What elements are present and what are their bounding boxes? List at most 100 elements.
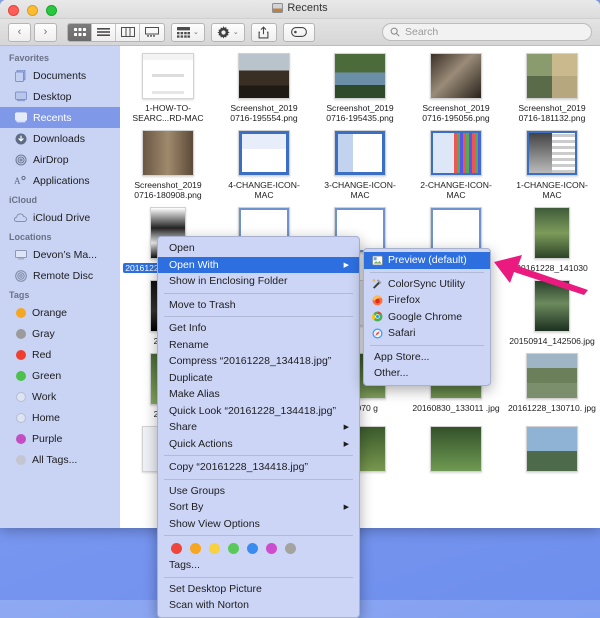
- menu-item-set-desktop-picture[interactable]: Set Desktop Picture: [158, 581, 359, 598]
- submenu-item-label: ColorSync Utility: [388, 277, 466, 290]
- menu-item-label: Compress “20161228_134418.jpg”: [169, 355, 332, 368]
- file-item[interactable]: 1-HOW-TO-SEARC...RD-MAC: [120, 50, 216, 127]
- file-item[interactable]: Screenshot_2019 0716-195554.png: [216, 50, 312, 127]
- action-gear-button[interactable]: ⌄: [210, 22, 245, 42]
- submenu-item-google-chrome[interactable]: Google Chrome: [364, 309, 490, 326]
- submenu-item-firefox[interactable]: Firefox: [364, 292, 490, 309]
- submenu-item-app-store[interactable]: App Store...: [364, 349, 490, 366]
- sidebar-item-downloads[interactable]: Downloads: [0, 128, 120, 149]
- menu-item-compress[interactable]: Compress “20161228_134418.jpg”: [158, 353, 359, 370]
- sidebar-item-tag-purple[interactable]: Purple: [0, 428, 120, 449]
- file-item[interactable]: 1-CHANGE-ICON-MAC: [504, 127, 600, 204]
- sidebar-item-icloud-drive[interactable]: iCloud Drive: [0, 207, 120, 228]
- file-item[interactable]: 3-CHANGE-ICON-MAC: [312, 127, 408, 204]
- sidebar-item-airdrop[interactable]: AirDrop: [0, 149, 120, 170]
- file-item[interactable]: 20161228_141030: [504, 204, 600, 277]
- sidebar-item-label: Gray: [32, 327, 55, 340]
- sidebar-item-all-tags[interactable]: All Tags...: [0, 449, 120, 470]
- column-view-button[interactable]: [116, 23, 140, 41]
- tag-color-purple[interactable]: [266, 543, 277, 554]
- file-item[interactable]: 20150914_142506.jpg: [504, 277, 600, 350]
- share-button[interactable]: [250, 22, 277, 42]
- menu-item-make-alias[interactable]: Make Alias: [158, 386, 359, 403]
- back-button[interactable]: ‹: [8, 22, 31, 42]
- tag-color-orange[interactable]: [190, 543, 201, 554]
- menu-item-use-groups[interactable]: Use Groups: [158, 483, 359, 500]
- submenu-item-label: Safari: [388, 327, 416, 340]
- tag-color-red[interactable]: [171, 543, 182, 554]
- tag-color-blue[interactable]: [247, 543, 258, 554]
- sidebar-item-remote-disc[interactable]: Remote Disc: [0, 265, 120, 286]
- tag-color-yellow[interactable]: [209, 543, 220, 554]
- file-item[interactable]: Screenshot_2019 0716-195056.png: [408, 50, 504, 127]
- file-item[interactable]: 20161228_130710. jpg: [504, 350, 600, 423]
- file-name: 4-CHANGE-ICON-MAC: [228, 180, 300, 200]
- menu-item-quick-actions[interactable]: Quick Actions ▶: [158, 436, 359, 453]
- submenu-item-other[interactable]: Other...: [364, 365, 490, 382]
- menu-item-label: Use Groups: [169, 484, 226, 497]
- submenu-arrow-icon: ▶: [343, 440, 349, 448]
- window-title: Recents: [287, 2, 328, 14]
- search-field[interactable]: Search: [382, 23, 592, 41]
- file-name: Screenshot_2019 0716-195435.png: [326, 103, 394, 123]
- menu-item-get-info[interactable]: Get Info: [158, 320, 359, 337]
- file-item[interactable]: 2-CHANGE-ICON-MAC: [408, 127, 504, 204]
- file-item[interactable]: Screenshot_2019 0716-195435.png: [312, 50, 408, 127]
- menu-item-show-in-enclosing-folder[interactable]: Show in Enclosing Folder: [158, 273, 359, 290]
- icon-view-button[interactable]: [68, 23, 92, 41]
- forward-button[interactable]: ›: [34, 22, 57, 42]
- sidebar-item-label: Desktop: [33, 90, 72, 103]
- menu-item-quick-look[interactable]: Quick Look “20161228_134418.jpg”: [158, 403, 359, 420]
- sidebar-section-tags: Tags: [9, 290, 30, 300]
- menu-item-scan-with-norton[interactable]: Scan with Norton: [158, 597, 359, 614]
- sidebar-item-tag-work[interactable]: Work: [0, 386, 120, 407]
- menu-item-move-to-trash[interactable]: Move to Trash: [158, 297, 359, 314]
- sidebar-item-applications[interactable]: A Applications: [0, 170, 120, 191]
- sidebar-item-tag-gray[interactable]: Gray: [0, 323, 120, 344]
- file-item[interactable]: 4-CHANGE-ICON-MAC: [216, 127, 312, 204]
- list-view-button[interactable]: [92, 23, 116, 41]
- group-by-button[interactable]: ⌄: [171, 22, 205, 42]
- context-menu: Open Open With ▶ Show in Enclosing Folde…: [157, 236, 360, 618]
- sidebar-item-tag-orange[interactable]: Orange: [0, 302, 120, 323]
- submenu-item-colorsync-utility[interactable]: ColorSync Utility: [364, 276, 490, 293]
- file-item[interactable]: [504, 423, 600, 480]
- tag-button[interactable]: [282, 22, 315, 42]
- menu-item-rename[interactable]: Rename: [158, 337, 359, 354]
- gallery-view-button[interactable]: [140, 24, 164, 41]
- menu-item-label: Tags...: [169, 559, 200, 572]
- submenu-item-safari[interactable]: Safari: [364, 325, 490, 342]
- file-item[interactable]: Screenshot_2019 0716-181132.png: [504, 50, 600, 127]
- file-item[interactable]: Screenshot_2019 0716-180908.png: [120, 127, 216, 204]
- menu-item-label: Quick Actions: [169, 437, 233, 450]
- menu-item-copy[interactable]: Copy “20161228_134418.jpg”: [158, 459, 359, 476]
- menu-item-sort-by[interactable]: Sort By ▶: [158, 499, 359, 516]
- sidebar-item-tag-red[interactable]: Red: [0, 344, 120, 365]
- file-thumbnail: [430, 426, 482, 472]
- sidebar-item-recents[interactable]: Recents: [0, 107, 120, 128]
- menu-item-show-view-options[interactable]: Show View Options: [158, 516, 359, 533]
- menu-separator: [370, 344, 484, 346]
- menu-item-open-with[interactable]: Open With ▶: [158, 256, 359, 273]
- menu-item-open[interactable]: Open: [158, 240, 359, 257]
- sidebar-item-devons-mac[interactable]: Devon’s Ma...: [0, 244, 120, 265]
- file-name: 20161228_130710. jpg: [508, 403, 596, 413]
- menu-item-duplicate[interactable]: Duplicate: [158, 370, 359, 387]
- applications-icon: A: [14, 174, 27, 187]
- file-name: 1-CHANGE-ICON-MAC: [516, 180, 588, 200]
- submenu-item-label: Other...: [374, 367, 409, 380]
- submenu-item-preview[interactable]: Preview (default): [364, 252, 490, 269]
- menu-item-share[interactable]: Share ▶: [158, 419, 359, 436]
- airdrop-icon: [14, 153, 27, 166]
- tag-dot-icon: [16, 454, 26, 465]
- sidebar-item-tag-home[interactable]: Home: [0, 407, 120, 428]
- sidebar-item-tag-green[interactable]: Green: [0, 365, 120, 386]
- file-item[interactable]: [408, 423, 504, 480]
- file-row: 1-HOW-TO-SEARC...RD-MAC Screenshot_2019 …: [120, 50, 600, 127]
- tag-color-gray[interactable]: [285, 543, 296, 554]
- sidebar-item-desktop[interactable]: Desktop: [0, 86, 120, 107]
- tag-color-green[interactable]: [228, 543, 239, 554]
- menu-item-tags[interactable]: Tags...: [158, 557, 359, 574]
- sidebar-section-locations: Locations: [9, 232, 52, 242]
- sidebar-item-documents[interactable]: Documents: [0, 65, 120, 86]
